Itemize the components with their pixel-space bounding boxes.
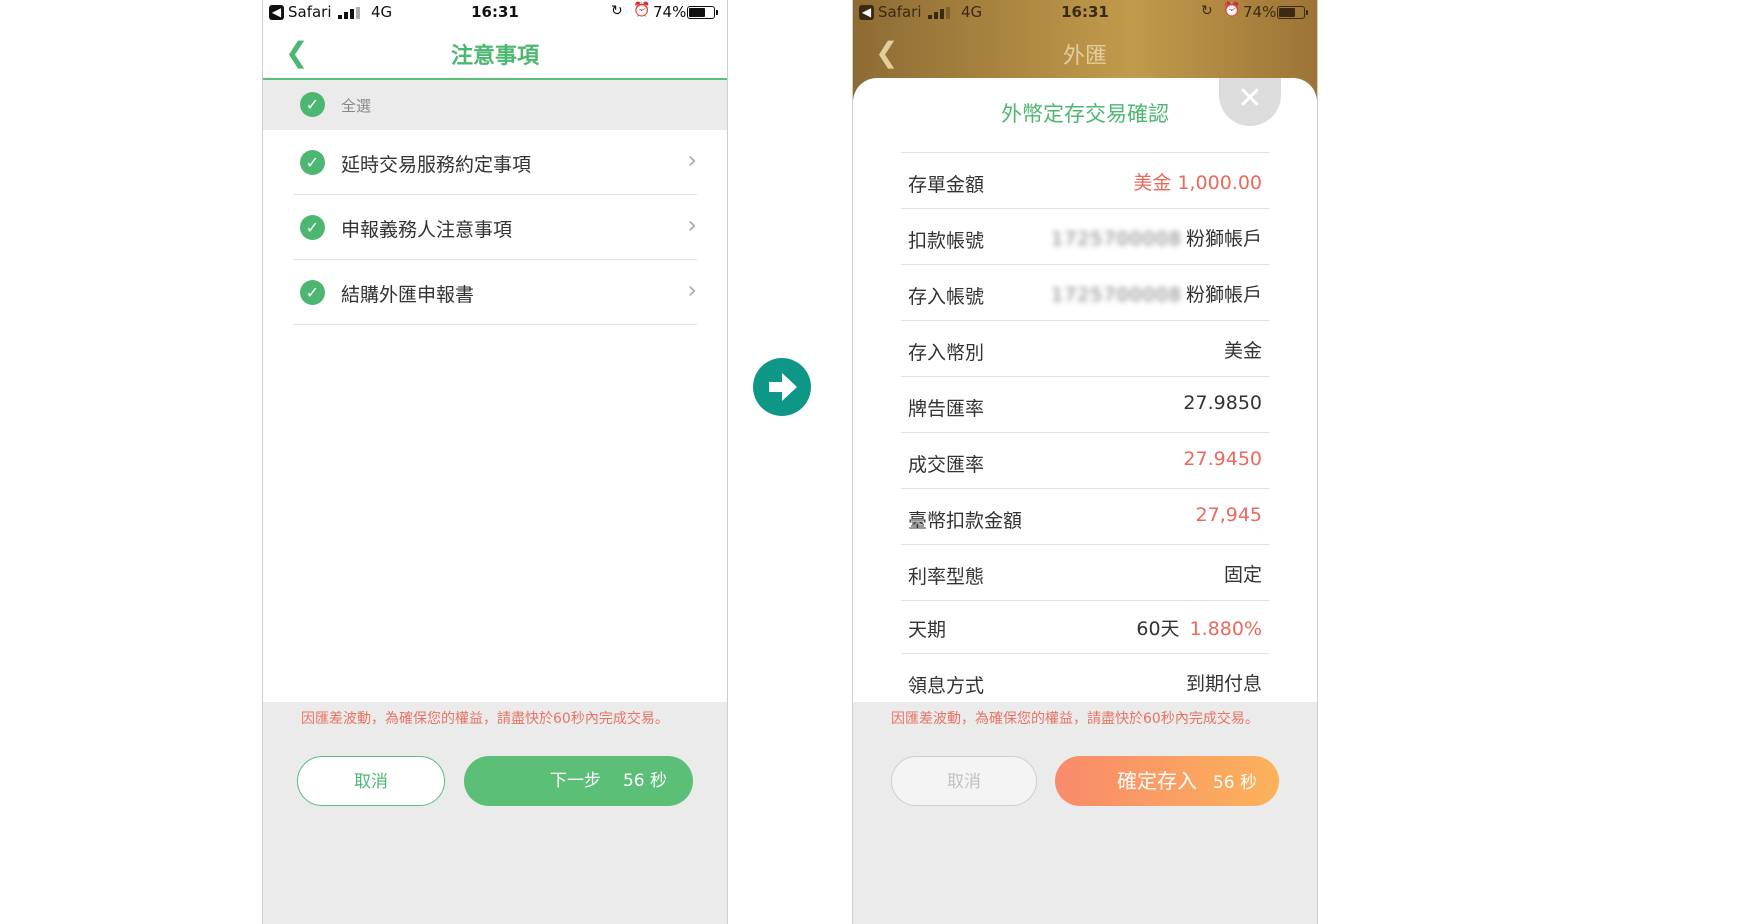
- detail-label: 領息方式: [908, 675, 985, 697]
- rotation-lock-icon: ↻: [1201, 3, 1213, 19]
- interest-rate: 1.880%: [1189, 618, 1262, 640]
- cancel-button[interactable]: 取消: [891, 756, 1037, 806]
- detail-value: 27,945: [1195, 504, 1262, 526]
- list-item[interactable]: ✓ 結購外匯申報書 ›: [293, 260, 697, 325]
- battery-icon: [1277, 6, 1308, 19]
- nav-bar: ❮ 外匯: [853, 26, 1317, 78]
- detail-label: 存入幣別: [908, 342, 985, 364]
- detail-list: 存單金額 美金 1,000.00 扣款帳號 1725700008 粉獅帳戶 存入帳…: [901, 152, 1269, 709]
- time-limit-note: 因匯差波動，為確保您的權益，請盡快於60秒內完成交易。: [891, 711, 1259, 727]
- check-circle-icon[interactable]: ✓: [300, 215, 325, 240]
- detail-value: 27.9850: [1183, 392, 1262, 414]
- page-title: 注意事項: [450, 44, 539, 69]
- detail-label: 利率型態: [908, 566, 985, 588]
- rotation-lock-icon: ↻: [611, 3, 623, 19]
- detail-row: 扣款帳號 1725700008 粉獅帳戶: [901, 208, 1269, 264]
- alarm-icon: ⏰: [1223, 2, 1241, 18]
- battery-percent: 74%: [653, 3, 687, 21]
- time-limit-note: 因匯差波動，為確保您的權益，請盡快於60秒內完成交易。: [301, 711, 669, 727]
- confirm-deposit-button[interactable]: 確定存入 56 秒: [1055, 756, 1279, 806]
- detail-label: 存單金額: [908, 174, 985, 196]
- detail-label: 存入帳號: [908, 286, 985, 308]
- detail-label: 天期: [908, 619, 947, 641]
- detail-row: 臺幣扣款金額 27,945: [901, 488, 1269, 544]
- detail-value: 60天 1.880%: [1136, 614, 1262, 641]
- page-title: 外匯: [1062, 44, 1107, 69]
- phone-screen-confirm: ◀ Safari 4G 16:31 ↻ ⏰ 74% ❮ 外匯 ✕ 外幣定存交易確…: [852, 0, 1318, 924]
- masked-account-number: 1725700008: [1051, 284, 1182, 306]
- list-item[interactable]: ✓ 延時交易服務約定事項 ›: [293, 130, 697, 195]
- detail-value: 到期付息: [1185, 673, 1262, 695]
- detail-value: 美金: [1223, 340, 1262, 362]
- phone-screen-notices: ◀ Safari 4G 16:31 ↻ ⏰ 74% ❮ 注意事項 ✓ 全選 ✓ …: [262, 0, 728, 924]
- status-bar: ◀ Safari 4G 16:31 ↻ ⏰ 74%: [853, 0, 1317, 26]
- account-name: 粉獅帳戶: [1185, 228, 1262, 250]
- arrow-right-icon: [753, 358, 811, 416]
- select-all-row[interactable]: ✓ 全選: [263, 80, 727, 130]
- footer: 因匯差波動，為確保您的權益，請盡快於60秒內完成交易。 取消 確定存入 56 秒: [853, 702, 1317, 924]
- next-step-label: 下一步: [549, 771, 601, 791]
- chevron-right-icon: ›: [687, 276, 697, 304]
- detail-label: 成交匯率: [908, 454, 985, 476]
- detail-row: 存入幣別 美金: [901, 320, 1269, 376]
- detail-value: 固定: [1223, 564, 1262, 586]
- battery-percent: 74%: [1243, 3, 1277, 21]
- modal-title: 外幣定存交易確認: [1001, 102, 1169, 126]
- footer: 因匯差波動，為確保您的權益，請盡快於60秒內完成交易。 取消 下一步 56 秒: [263, 702, 727, 924]
- detail-row: 成交匯率 27.9450: [901, 432, 1269, 488]
- term-days: 60天: [1136, 618, 1180, 640]
- detail-label: 臺幣扣款金額: [908, 510, 1023, 532]
- detail-row: 利率型態 固定: [901, 544, 1269, 600]
- nav-bar: ❮ 注意事項: [263, 26, 727, 80]
- list-item-label: 結購外匯申報書: [341, 284, 475, 306]
- detail-row: 領息方式 到期付息: [901, 653, 1269, 709]
- list-item[interactable]: ✓ 申報義務人注意事項 ›: [293, 195, 697, 260]
- detail-value: 美金 1,000.00: [1133, 172, 1262, 194]
- detail-label: 牌告匯率: [908, 398, 985, 420]
- list-item-label: 延時交易服務約定事項: [341, 154, 532, 176]
- detail-row: 牌告匯率 27.9850: [901, 376, 1269, 432]
- alarm-icon: ⏰: [633, 2, 651, 18]
- masked-account-number: 1725700008: [1051, 228, 1182, 250]
- countdown: 56 秒: [622, 771, 668, 791]
- countdown: 56 秒: [1212, 773, 1258, 793]
- cancel-button[interactable]: 取消: [297, 756, 445, 806]
- detail-label: 扣款帳號: [908, 230, 985, 252]
- account-name: 粉獅帳戶: [1185, 284, 1262, 306]
- detail-value: 27.9450: [1183, 448, 1262, 470]
- detail-value: 1725700008 粉獅帳戶: [1051, 280, 1262, 307]
- check-circle-icon[interactable]: ✓: [300, 280, 325, 305]
- detail-row: 存入帳號 1725700008 粉獅帳戶: [901, 264, 1269, 320]
- chevron-right-icon: ›: [687, 211, 697, 239]
- chevron-right-icon: ›: [687, 146, 697, 174]
- check-circle-icon[interactable]: ✓: [300, 150, 325, 175]
- select-all-label: 全選: [341, 97, 372, 115]
- list-item-label: 申報義務人注意事項: [341, 219, 513, 241]
- next-step-button[interactable]: 下一步 56 秒: [464, 756, 693, 806]
- notice-list: ✓ 延時交易服務約定事項 › ✓ 申報義務人注意事項 › ✓ 結購外匯申報書 ›: [263, 130, 727, 325]
- status-bar: ◀ Safari 4G 16:31 ↻ ⏰ 74%: [263, 0, 727, 26]
- detail-row: 天期 60天 1.880%: [901, 600, 1269, 653]
- detail-value: 1725700008 粉獅帳戶: [1051, 224, 1262, 251]
- check-circle-icon[interactable]: ✓: [300, 92, 325, 117]
- confirm-deposit-label: 確定存入: [1116, 769, 1197, 793]
- battery-icon: [687, 6, 718, 19]
- detail-row: 存單金額 美金 1,000.00: [901, 152, 1269, 208]
